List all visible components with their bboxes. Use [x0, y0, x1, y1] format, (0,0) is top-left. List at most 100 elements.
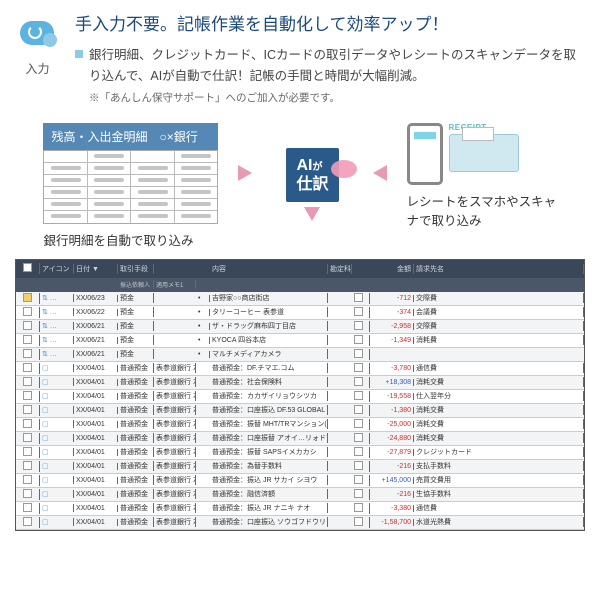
row-flag[interactable] [354, 335, 363, 344]
table-row[interactable]: ▢XX/04/01普通預金表参道銀行 本店普通預金：振替 MHT/TRマンション… [16, 418, 584, 432]
row-checkbox[interactable] [23, 447, 32, 456]
row-method: 普通預金 [118, 489, 154, 499]
row-date: XX/04/01 [74, 379, 118, 386]
row-flag[interactable] [354, 405, 363, 414]
table-row[interactable]: ⇅ …XX/06/21預金•KYOCA 四谷本店-1,349消耗費 [16, 334, 584, 348]
col-type[interactable]: 取引手段 [118, 264, 154, 274]
col-payee[interactable]: 請求先名 [414, 264, 584, 274]
row-flag[interactable] [354, 461, 363, 470]
row-mark: • [196, 295, 210, 302]
row-checkbox[interactable] [23, 363, 32, 372]
table-row[interactable]: ⇅ …XX/06/21預金•マルチメディアカメラ [16, 348, 584, 362]
table-row[interactable]: ▢XX/04/01普通預金表参道銀行 本店普通預金：振込 JR ナニキ ナオ-3… [16, 502, 584, 516]
row-method: 普通預金 [118, 391, 154, 401]
row-method: 普通預金 [118, 377, 154, 387]
row-checkbox[interactable] [23, 461, 32, 470]
row-amount: -3,380 [370, 505, 414, 512]
row-flag[interactable] [354, 307, 363, 316]
row-checkbox[interactable] [23, 335, 32, 344]
table-row[interactable]: ⇅ …XX/06/22預金•タリーコーヒー 表参道-374会議費 [16, 306, 584, 320]
row-type-icon: ▢ [40, 476, 74, 484]
row-date: XX/06/22 [74, 309, 118, 316]
row-flag[interactable] [354, 447, 363, 456]
row-flag[interactable] [354, 503, 363, 512]
row-type-icon: ▢ [40, 406, 74, 414]
table-row[interactable]: ▢XX/04/01普通預金表参道銀行 本店普通預金：振込 JR サカイ シヨウ+… [16, 474, 584, 488]
row-date: XX/04/01 [74, 477, 118, 484]
row-flag[interactable] [354, 475, 363, 484]
row-date: XX/06/21 [74, 337, 118, 344]
row-date: XX/06/21 [74, 323, 118, 330]
col-date[interactable]: 日付 ▼ [74, 264, 118, 274]
row-category: 消耗交費 [414, 419, 584, 429]
row-payee: 普通預金：振替 SAPSイメカカシ [210, 447, 328, 457]
row-type-icon: ▢ [40, 378, 74, 386]
row-checkbox[interactable] [23, 349, 32, 358]
checkbox-all[interactable] [23, 263, 32, 272]
row-checkbox[interactable] [23, 377, 32, 386]
table-subheader: 振込依頼人 適用メモ1 [16, 278, 584, 292]
row-memo: 表参道銀行 本店 [154, 517, 196, 527]
table-row[interactable]: ▢XX/04/01普通預金表参道銀行 本店普通預金：融信済額-216生協手数料 [16, 488, 584, 502]
col-icon[interactable]: アイコン [40, 264, 74, 274]
col-account[interactable]: 勘定科目 [328, 264, 352, 274]
table-row[interactable]: ⇅ …XX/06/21預金•ザ・ドラッグ麻布四丁目店-2,958交際費 [16, 320, 584, 334]
row-method: 普通預金 [118, 447, 154, 457]
row-amount: -1,380 [370, 407, 414, 414]
row-category: 消耗費 [414, 335, 584, 345]
row-checkbox[interactable] [23, 405, 32, 414]
row-flag[interactable] [354, 433, 363, 442]
row-method: 普通預金 [118, 433, 154, 443]
table-header: アイコン 日付 ▼ 取引手段 内容 勘定科目 金額 請求先名 [16, 260, 584, 278]
row-amount: -1,349 [370, 337, 414, 344]
row-checkbox[interactable] [23, 475, 32, 484]
row-date: XX/04/01 [74, 449, 118, 456]
table-row[interactable]: ⇅ …XX/06/23預金•吉野家○○商店街店-712交際費 [16, 292, 584, 306]
table-row[interactable]: ▢XX/04/01普通預金表参道銀行 本店普通預金：DF.チマエ.コム-3,78… [16, 362, 584, 376]
row-checkbox[interactable] [23, 489, 32, 498]
row-checkbox[interactable] [23, 517, 32, 526]
row-checkbox[interactable] [23, 293, 32, 302]
row-flag[interactable] [354, 391, 363, 400]
row-amount: -3,780 [370, 365, 414, 372]
row-flag[interactable] [354, 489, 363, 498]
col-content[interactable]: 内容 [210, 264, 328, 274]
row-category: 水道光熱費 [414, 517, 584, 527]
row-flag[interactable] [354, 293, 363, 302]
row-checkbox[interactable] [23, 419, 32, 428]
col-amount[interactable]: 金額 [370, 264, 414, 274]
table-row[interactable]: ▢XX/04/01普通預金表参道銀行 本店普通預金：口座振込 ソウゴフドウリヨ … [16, 516, 584, 530]
row-flag[interactable] [354, 363, 363, 372]
row-flag[interactable] [354, 349, 363, 358]
row-flag[interactable] [354, 517, 363, 526]
table-row[interactable]: ▢XX/04/01普通預金表参道銀行 本店普通預金：カカザイリョウシツカ-19,… [16, 390, 584, 404]
headline: 手入力不要。記帳作業を自動化して効率アップ！ [75, 10, 585, 35]
row-checkbox[interactable] [23, 307, 32, 316]
row-category: 交際費 [414, 293, 584, 303]
table-row[interactable]: ▢XX/04/01普通預金表参道銀行 本店普通預金：口座振替 アオイ…リォドウシ… [16, 432, 584, 446]
row-memo: 表参道銀行 本店 [154, 489, 196, 499]
table-row[interactable]: ▢XX/04/01普通預金表参道銀行 本店普通預金：社会保険料+18,308消耗… [16, 376, 584, 390]
row-payee: マルチメディアカメラ [210, 349, 328, 359]
row-amount: -2,958 [370, 323, 414, 330]
table-row[interactable]: ▢XX/04/01普通預金表参道銀行 本店普通預金：振替 SAPSイメカカシ-2… [16, 446, 584, 460]
row-date: XX/06/23 [74, 295, 118, 302]
row-checkbox[interactable] [23, 503, 32, 512]
row-memo: 表参道銀行 本店 [154, 363, 196, 373]
row-flag[interactable] [354, 419, 363, 428]
row-checkbox[interactable] [23, 321, 32, 330]
row-method: 普通預金 [118, 363, 154, 373]
row-flag[interactable] [354, 321, 363, 330]
row-type-icon: ▢ [40, 462, 74, 470]
table-row[interactable]: ▢XX/04/01普通預金表参道銀行 本店普通預金：口座振込 DF.53 GLO… [16, 404, 584, 418]
row-type-icon: ▢ [40, 490, 74, 498]
row-memo: 表参道銀行 本店 [154, 377, 196, 387]
table-row[interactable]: ▢XX/04/01普通預金表参道銀行 本店普通預金：為替手数料-216支払手数料 [16, 460, 584, 474]
row-amount: -374 [370, 309, 414, 316]
row-amount: -216 [370, 491, 414, 498]
row-date: XX/04/01 [74, 491, 118, 498]
row-checkbox[interactable] [23, 391, 32, 400]
row-checkbox[interactable] [23, 433, 32, 442]
row-flag[interactable] [354, 377, 363, 386]
row-payee: 普通預金：口座振替 アオイ…リォドウシ [210, 433, 328, 443]
